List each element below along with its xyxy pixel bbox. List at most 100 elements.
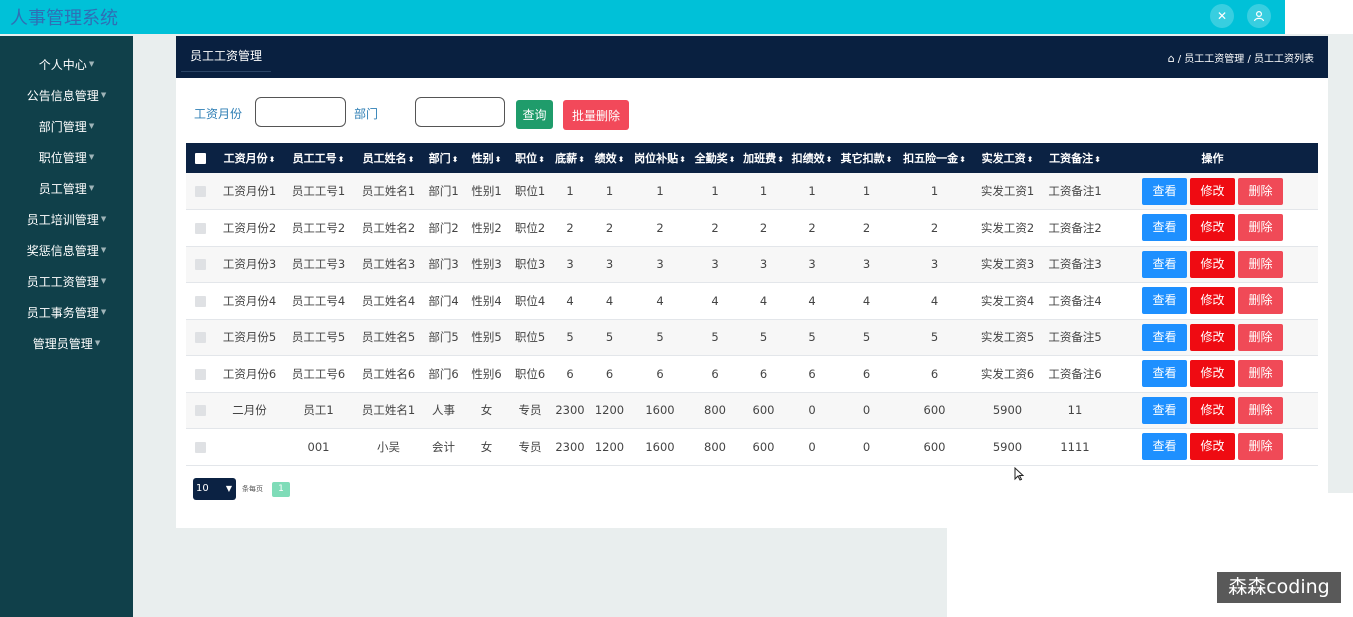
- column-header[interactable]: 工资备注⬍: [1043, 143, 1107, 173]
- column-header[interactable]: 扣绩效⬍: [788, 143, 836, 173]
- view-button[interactable]: 查看: [1142, 287, 1187, 315]
- table-cell: 0: [808, 403, 816, 418]
- edit-button[interactable]: 修改: [1190, 287, 1235, 315]
- column-header: 操作: [1107, 143, 1318, 173]
- table-cell: 2: [759, 220, 768, 235]
- column-header[interactable]: 其它扣款⬍: [836, 143, 897, 173]
- sort-icon[interactable]: ⬍: [729, 155, 736, 164]
- row-checkbox[interactable]: [195, 295, 206, 307]
- view-button[interactable]: 查看: [1142, 396, 1187, 424]
- sidebar-item-2[interactable]: 部门管理 ▼: [0, 111, 133, 142]
- row-checkbox[interactable]: [195, 405, 206, 417]
- sidebar-item-label: 员工管理: [38, 182, 87, 196]
- sort-icon[interactable]: ⬍: [578, 155, 585, 164]
- edit-button[interactable]: 修改: [1190, 250, 1235, 278]
- home-icon[interactable]: ⌂: [1168, 52, 1175, 65]
- column-header[interactable]: 员工工号⬍: [284, 143, 353, 173]
- column-header[interactable]: 部门⬍: [424, 143, 463, 173]
- column-header[interactable]: 性别⬍: [463, 143, 510, 173]
- fullscreen-icon[interactable]: ✕: [1210, 4, 1234, 28]
- table-cell: 实发工资3: [980, 257, 1035, 272]
- column-header[interactable]: 绩效⬍: [590, 143, 629, 173]
- edit-button[interactable]: 修改: [1190, 433, 1235, 461]
- batch-delete-button[interactable]: 批量删除: [563, 100, 629, 130]
- sort-icon[interactable]: ⬍: [269, 155, 276, 164]
- table-cell: 部门2: [428, 220, 459, 235]
- column-header[interactable]: 扣五险一金⬍: [897, 143, 972, 173]
- sidebar-item-0[interactable]: 个人中心 ▼: [0, 49, 133, 80]
- view-button[interactable]: 查看: [1142, 433, 1187, 461]
- dept-input[interactable]: [415, 97, 505, 127]
- page-number-current[interactable]: 1: [272, 482, 290, 497]
- column-header[interactable]: 实发工资⬍: [972, 143, 1043, 173]
- edit-button[interactable]: 修改: [1190, 360, 1235, 388]
- breadcrumb-text[interactable]: / 员工工资管理 / 员工工资列表: [1178, 54, 1314, 65]
- sidebar-item-6[interactable]: 奖惩信息管理 ▼: [0, 235, 133, 266]
- sort-icon[interactable]: ⬍: [408, 155, 415, 164]
- row-checkbox[interactable]: [195, 368, 206, 380]
- column-header[interactable]: 底薪⬍: [550, 143, 590, 173]
- view-button[interactable]: 查看: [1142, 214, 1187, 242]
- month-input[interactable]: [255, 97, 346, 127]
- column-header[interactable]: 员工姓名⬍: [353, 143, 424, 173]
- sidebar-item-1[interactable]: 公告信息管理 ▼: [0, 80, 133, 111]
- view-button[interactable]: 查看: [1142, 177, 1187, 205]
- sidebar-item-5[interactable]: 员工培训管理 ▼: [0, 204, 133, 235]
- row-checkbox[interactable]: [195, 441, 206, 453]
- sort-icon[interactable]: ⬍: [495, 155, 502, 164]
- row-select-cell: [186, 429, 215, 466]
- view-button[interactable]: 查看: [1142, 323, 1187, 351]
- sidebar-item-3[interactable]: 职位管理 ▼: [0, 142, 133, 173]
- table-cell: 6: [566, 366, 574, 381]
- sidebar-item-label: 个人中心: [38, 58, 87, 72]
- query-button[interactable]: 查询: [516, 100, 553, 129]
- user-icon[interactable]: [1247, 4, 1271, 28]
- sort-icon[interactable]: ⬍: [452, 155, 459, 164]
- column-header[interactable]: 加班费⬍: [739, 143, 788, 173]
- column-header[interactable]: 岗位补贴⬍: [629, 143, 691, 173]
- sidebar-item-7[interactable]: 员工工资管理 ▼: [0, 266, 133, 297]
- row-checkbox[interactable]: [195, 259, 206, 271]
- column-header[interactable]: 工资月份⬍: [215, 143, 284, 173]
- page-size-select[interactable]: 10 ▼: [193, 478, 236, 500]
- select-all-checkbox[interactable]: [195, 153, 206, 164]
- delete-button[interactable]: 删除: [1238, 250, 1283, 278]
- sidebar-item-9[interactable]: 管理员管理 ▼: [0, 328, 133, 359]
- delete-button[interactable]: 删除: [1238, 287, 1283, 315]
- view-button[interactable]: 查看: [1142, 360, 1187, 388]
- column-header[interactable]: 职位⬍: [510, 143, 550, 173]
- table-cell: 600: [752, 439, 775, 454]
- sort-icon[interactable]: ⬍: [826, 155, 833, 164]
- edit-button[interactable]: 修改: [1190, 177, 1235, 205]
- sidebar-item-8[interactable]: 员工事务管理 ▼: [0, 297, 133, 328]
- sort-icon[interactable]: ⬍: [618, 155, 625, 164]
- sort-icon[interactable]: ⬍: [777, 155, 784, 164]
- sidebar-item-4[interactable]: 员工管理 ▼: [0, 173, 133, 204]
- row-checkbox[interactable]: [195, 222, 206, 234]
- delete-button[interactable]: 删除: [1238, 433, 1283, 461]
- view-button[interactable]: 查看: [1142, 250, 1187, 278]
- sort-icon[interactable]: ⬍: [679, 155, 686, 164]
- row-checkbox[interactable]: [195, 186, 206, 197]
- delete-button[interactable]: 删除: [1238, 177, 1283, 205]
- sort-icon[interactable]: ⬍: [1094, 155, 1101, 164]
- table-cell: 实发工资5: [980, 330, 1035, 345]
- sort-icon[interactable]: ⬍: [886, 155, 893, 164]
- row-checkbox[interactable]: [195, 332, 206, 344]
- table-cell: 6: [759, 366, 768, 381]
- chevron-down-icon: ▼: [88, 122, 95, 130]
- edit-button[interactable]: 修改: [1190, 323, 1235, 351]
- sort-icon[interactable]: ⬍: [1027, 155, 1034, 164]
- delete-button[interactable]: 删除: [1238, 323, 1283, 351]
- delete-button[interactable]: 删除: [1238, 360, 1283, 388]
- edit-button[interactable]: 修改: [1190, 214, 1235, 242]
- delete-button[interactable]: 删除: [1238, 396, 1283, 424]
- table-cell: 1200: [594, 439, 625, 454]
- column-header[interactable]: 全勤奖⬍: [691, 143, 739, 173]
- delete-button[interactable]: 删除: [1238, 214, 1283, 242]
- sort-icon[interactable]: ⬍: [338, 155, 345, 164]
- user-glyph: [1253, 10, 1265, 22]
- sort-icon[interactable]: ⬍: [538, 155, 545, 164]
- edit-button[interactable]: 修改: [1190, 396, 1235, 424]
- sort-icon[interactable]: ⬍: [959, 155, 966, 164]
